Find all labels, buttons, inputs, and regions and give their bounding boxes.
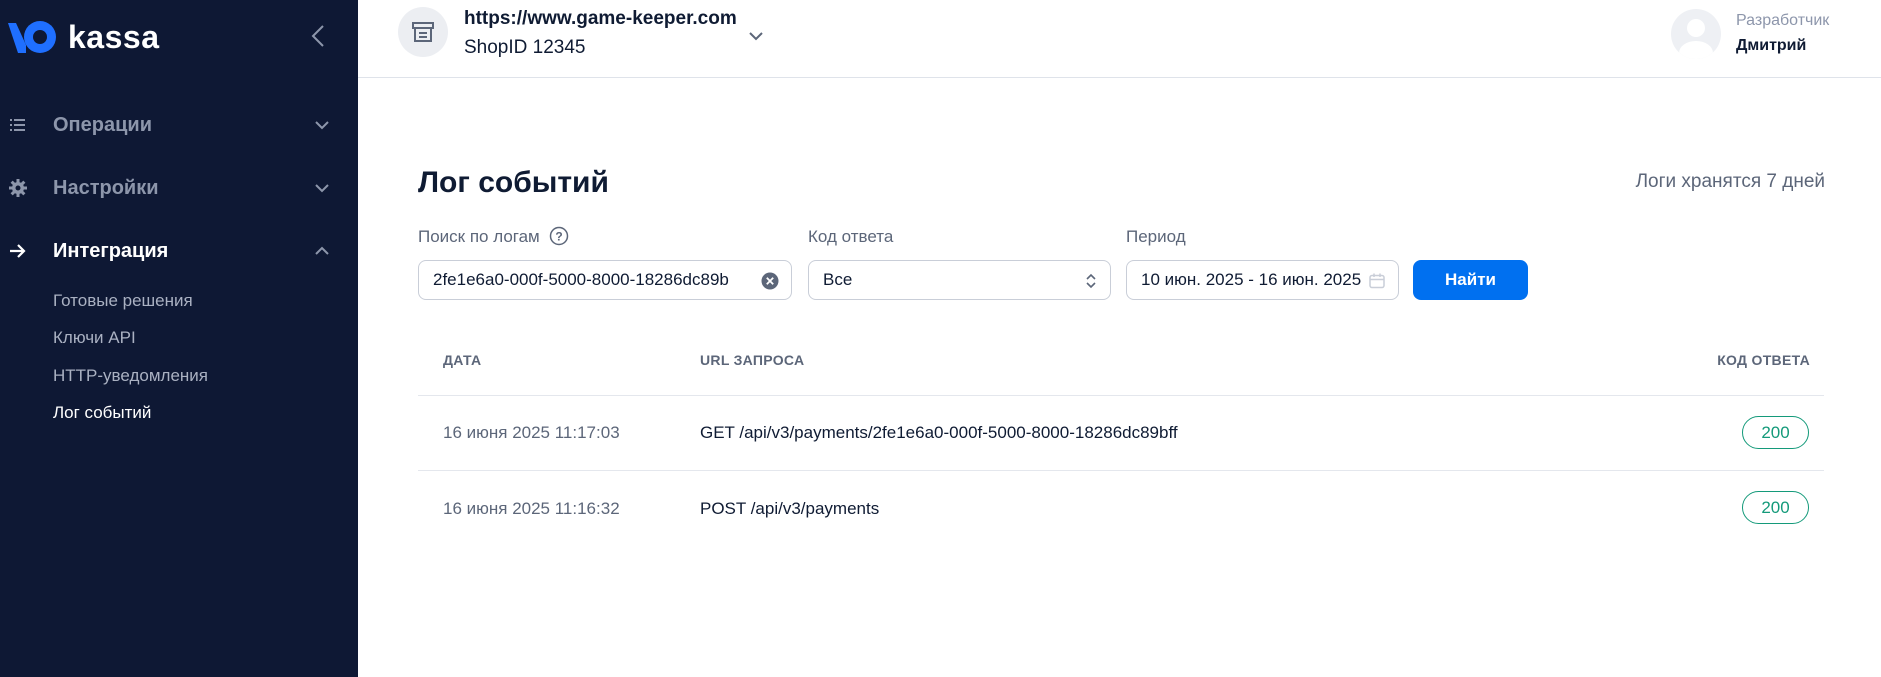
period-value: 10 июн. 2025 - 16 июн. 2025 <box>1141 270 1362 289</box>
response-code-select[interactable]: Все <box>808 260 1111 300</box>
sidebar: kassa Операции Настройки Интеграция Гото… <box>0 0 358 677</box>
top-header: https://www.game-keeper.com ShopID 12345… <box>358 0 1881 78</box>
sidebar-section-label: Интеграция <box>53 239 169 262</box>
svg-text:?: ? <box>555 230 562 244</box>
column-header-url: URL ЗАПРОСА <box>700 352 805 368</box>
chevron-left-icon <box>311 25 324 47</box>
brand-logo[interactable]: kassa <box>8 16 159 58</box>
sidebar-item-api-keys[interactable]: Ключи API <box>53 328 136 348</box>
store-icon <box>412 22 434 42</box>
period-label: Период <box>1126 227 1186 246</box>
list-icon <box>10 119 25 131</box>
help-icon[interactable]: ? <box>549 226 569 246</box>
brand-logo-text: kassa <box>68 18 160 55</box>
period-input[interactable]: 10 июн. 2025 - 16 июн. 2025 <box>1126 260 1399 300</box>
collapse-sidebar-button[interactable] <box>306 22 330 50</box>
log-retention-note: Логи хранятся 7 дней <box>1635 171 1825 192</box>
sidebar-item-event-log[interactable]: Лог событий <box>53 403 151 423</box>
avatar[interactable] <box>1671 9 1721 59</box>
chevron-up-icon <box>315 246 329 255</box>
table-divider <box>418 470 1824 471</box>
response-code-label: Код ответа <box>808 227 894 246</box>
search-label: Поиск по логам <box>418 227 540 246</box>
find-button[interactable]: Найти <box>1413 260 1528 300</box>
table-cell-url: GET /api/v3/payments/2fe1e6a0-000f-5000-… <box>700 423 1178 442</box>
shop-url: https://www.game-keeper.com <box>464 8 737 29</box>
user-avatar-icon <box>1679 19 1713 59</box>
sidebar-section-label: Операции <box>53 113 152 136</box>
search-input[interactable]: 2fe1e6a0-000f-5000-8000-18286dc89b <box>418 260 792 300</box>
sidebar-section-operations[interactable]: Операции <box>0 105 358 145</box>
sidebar-item-http-notifications[interactable]: HTTP-уведомления <box>53 366 208 386</box>
calendar-icon[interactable] <box>1368 272 1386 290</box>
column-header-response-code: КОД ОТВЕТА <box>1717 352 1810 368</box>
user-name[interactable]: Дмитрий <box>1736 37 1806 55</box>
table-cell-url: POST /api/v3/payments <box>700 499 880 518</box>
clear-icon[interactable] <box>761 272 779 290</box>
shop-id: ShopID 12345 <box>464 37 586 58</box>
response-code-value: Все <box>823 270 853 289</box>
status-badge: 200 <box>1742 416 1809 449</box>
gear-icon <box>9 179 27 197</box>
table-cell-date: 16 июня 2025 11:16:32 <box>443 499 620 518</box>
sidebar-section-integration[interactable]: Интеграция <box>0 231 358 271</box>
arrow-right-icon <box>10 244 26 258</box>
page-title: Лог событий <box>418 166 609 199</box>
sidebar-section-settings[interactable]: Настройки <box>0 168 358 208</box>
status-badge: 200 <box>1742 491 1809 524</box>
search-input-value: 2fe1e6a0-000f-5000-8000-18286dc89b <box>433 270 729 289</box>
shop-switcher-chevron-icon[interactable] <box>748 28 764 44</box>
kassa-logo-icon <box>8 21 56 53</box>
sidebar-section-label: Настройки <box>53 176 159 199</box>
column-header-date: ДАТА <box>443 352 482 368</box>
select-arrows-icon <box>1086 273 1096 289</box>
table-divider <box>418 395 1824 396</box>
table-cell-date: 16 июня 2025 11:17:03 <box>443 423 620 442</box>
sidebar-item-ready-solutions[interactable]: Готовые решения <box>53 291 193 311</box>
user-role: Разработчик <box>1736 12 1830 29</box>
shop-icon <box>398 7 448 57</box>
chevron-down-icon <box>315 184 329 193</box>
chevron-down-icon <box>315 121 329 130</box>
